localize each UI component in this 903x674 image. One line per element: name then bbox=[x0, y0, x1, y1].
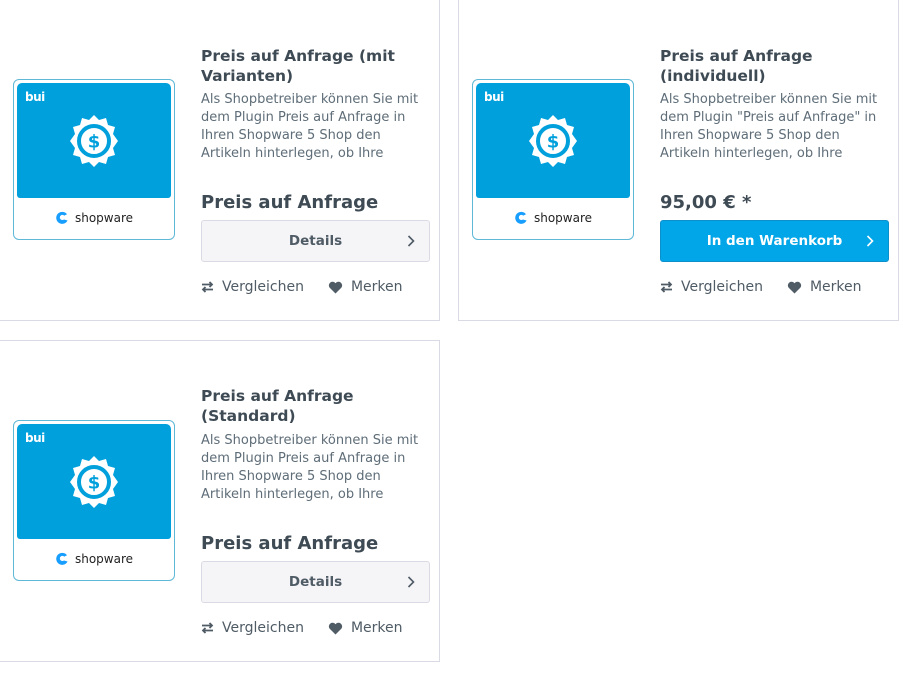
shopware-logo-text: shopware bbox=[74, 552, 134, 566]
product-description: Als Shopbetreiber können Sie mit dem Plu… bbox=[660, 92, 878, 161]
product-price: Preis auf Anfrage bbox=[201, 192, 379, 213]
compare-arrows-icon bbox=[201, 281, 214, 293]
shopware-logo-text: shopware bbox=[74, 211, 134, 225]
compare-label: Vergleichen bbox=[681, 279, 763, 295]
wishlist-link[interactable]: Merken bbox=[787, 279, 862, 295]
wishlist-label: Merken bbox=[350, 620, 403, 636]
chevron-right-icon bbox=[866, 235, 874, 247]
chevron-right-icon bbox=[407, 235, 415, 247]
wishlist-link[interactable]: Merken bbox=[328, 620, 403, 636]
product-card-standard: bui $ shopware Preis auf Anfrage (Standa… bbox=[0, 340, 440, 662]
product-description: Als Shopbetreiber können Sie mit dem Plu… bbox=[201, 92, 419, 161]
compare-arrows-icon bbox=[660, 281, 673, 293]
dollar-badge-icon: $ bbox=[529, 114, 577, 167]
add-to-cart-label: In den Warenkorb bbox=[706, 233, 843, 249]
shopware-logo-icon bbox=[56, 211, 68, 224]
shopware-logo-icon bbox=[56, 552, 68, 565]
details-button[interactable]: Details bbox=[201, 561, 430, 603]
dollar-badge-icon: $ bbox=[70, 114, 118, 167]
product-price: 95,00 € * bbox=[660, 192, 752, 213]
details-button-label: Details bbox=[288, 574, 343, 590]
heart-icon bbox=[328, 281, 343, 293]
bui-logo: bui bbox=[484, 90, 504, 104]
product-image-link[interactable]: bui $ shopware bbox=[472, 79, 636, 242]
svg-text:$: $ bbox=[547, 131, 560, 152]
product-description: Als Shopbetreiber können Sie mit dem Plu… bbox=[201, 433, 419, 502]
product-price: Preis auf Anfrage bbox=[201, 533, 379, 554]
product-title[interactable]: Preis auf Anfrage (mit Varianten) bbox=[201, 46, 431, 86]
product-card-individual: bui $ shopware Preis auf Anfrage (indivi… bbox=[458, 0, 899, 321]
compare-link[interactable]: Vergleichen bbox=[201, 620, 304, 636]
wishlist-label: Merken bbox=[350, 279, 403, 295]
product-title[interactable]: Preis auf Anfrage (Standard) bbox=[201, 386, 431, 426]
compare-arrows-icon bbox=[201, 622, 214, 634]
compare-label: Vergleichen bbox=[222, 620, 304, 636]
shopware-logo-text: shopware bbox=[533, 211, 593, 225]
details-button-label: Details bbox=[288, 233, 343, 249]
product-image-link[interactable]: bui $ shopware bbox=[13, 420, 177, 583]
heart-icon bbox=[787, 281, 802, 293]
chevron-right-icon bbox=[407, 576, 415, 588]
compare-link[interactable]: Vergleichen bbox=[660, 279, 763, 295]
bui-logo: bui bbox=[25, 431, 45, 445]
wishlist-label: Merken bbox=[809, 279, 862, 295]
product-title[interactable]: Preis auf Anfrage (individuell) bbox=[660, 46, 890, 86]
svg-text:$: $ bbox=[88, 131, 101, 152]
product-card-variants: bui $ shopware Preis auf Anfrage (mit Va… bbox=[0, 0, 440, 321]
compare-link[interactable]: Vergleichen bbox=[201, 279, 304, 295]
product-image: bui $ shopware bbox=[13, 79, 175, 240]
details-button[interactable]: Details bbox=[201, 220, 430, 262]
heart-icon bbox=[328, 622, 343, 634]
add-to-cart-button[interactable]: In den Warenkorb bbox=[660, 220, 889, 262]
product-image: bui $ shopware bbox=[472, 79, 634, 240]
shopware-logo-icon bbox=[515, 211, 527, 224]
product-image: bui $ shopware bbox=[13, 420, 175, 581]
bui-logo: bui bbox=[25, 90, 45, 104]
wishlist-link[interactable]: Merken bbox=[328, 279, 403, 295]
compare-label: Vergleichen bbox=[222, 279, 304, 295]
product-image-link[interactable]: bui $ shopware bbox=[13, 79, 177, 242]
svg-text:$: $ bbox=[88, 472, 101, 493]
dollar-badge-icon: $ bbox=[70, 455, 118, 508]
